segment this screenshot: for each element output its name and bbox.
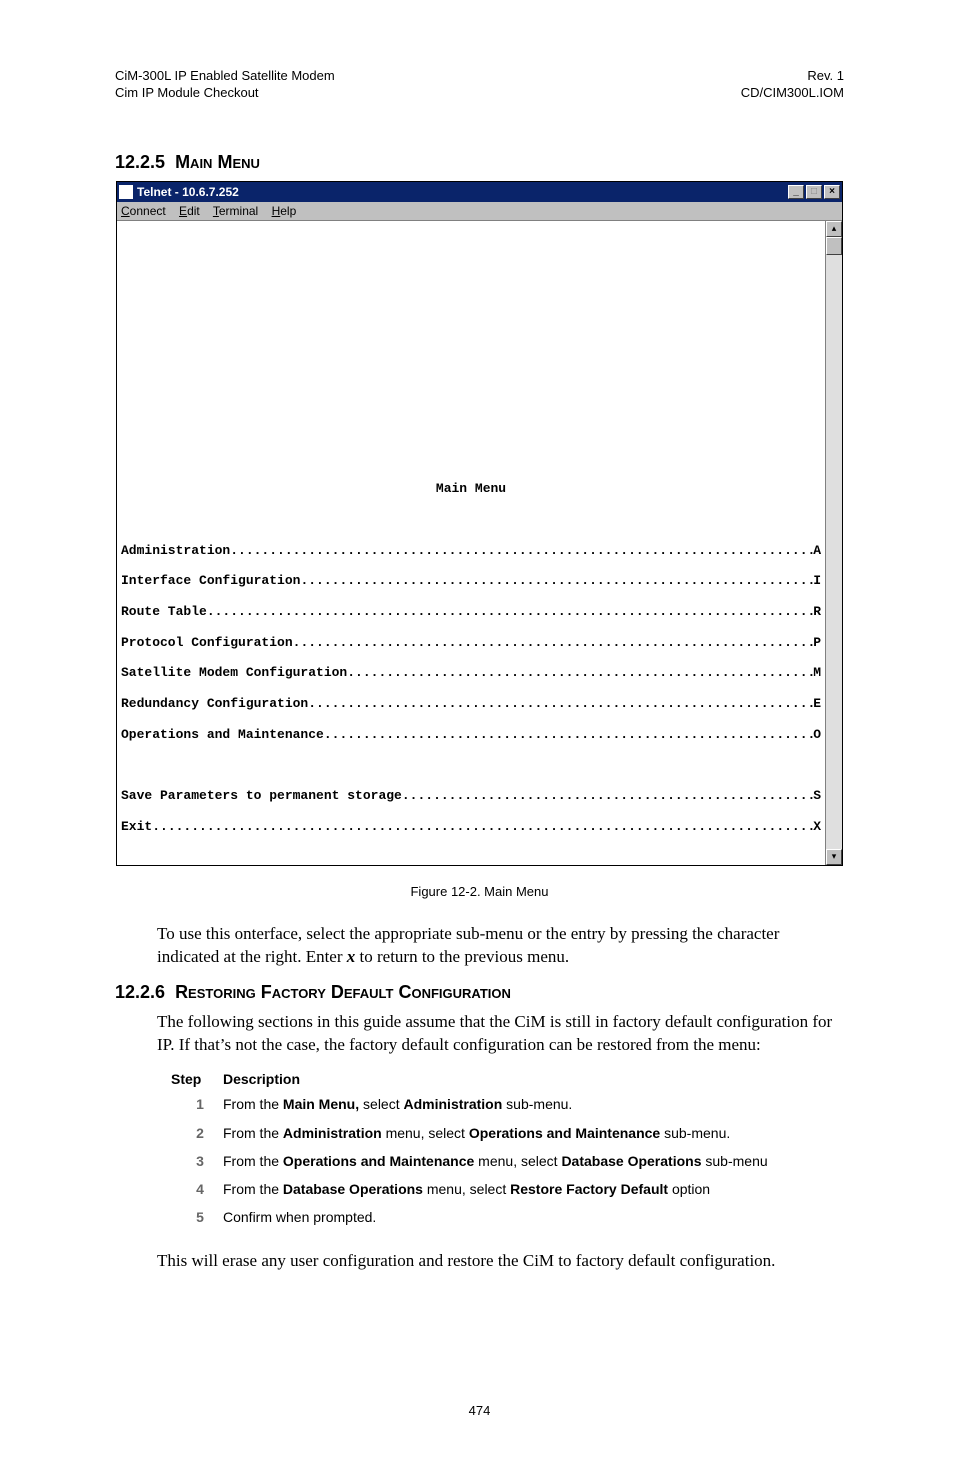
- header-right-1: Rev. 1: [741, 68, 844, 85]
- step-row: 1 From the Main Menu, select Administrat…: [171, 1095, 844, 1113]
- menu-row-satellite-modem: Satellite Modem ConfigurationM: [121, 665, 821, 680]
- menu-terminal[interactable]: Terminal: [213, 204, 258, 218]
- menu-row-route-table: Route TableR: [121, 604, 821, 619]
- col-header-description: Description: [223, 1071, 300, 1087]
- page-number: 474: [115, 1403, 844, 1418]
- header-right-2: CD/CIM300L.IOM: [741, 85, 844, 102]
- scroll-thumb[interactable]: [826, 237, 842, 255]
- step-row: 2 From the Administration menu, select O…: [171, 1124, 844, 1142]
- terminal-menu-title: Main Menu: [121, 481, 821, 496]
- minimize-button[interactable]: _: [788, 185, 804, 199]
- menu-row-administration: AdministrationA: [121, 543, 821, 558]
- menubar: Connect Edit Terminal Help: [117, 202, 842, 221]
- menu-connect[interactable]: Connect: [121, 204, 166, 218]
- para-restoring: The following sections in this guide ass…: [157, 1011, 844, 1057]
- scrollbar[interactable]: ▴ ▾: [825, 221, 842, 865]
- menu-help[interactable]: Help: [272, 204, 297, 218]
- close-button[interactable]: ×: [824, 185, 840, 199]
- menu-edit[interactable]: Edit: [179, 204, 200, 218]
- terminal-content: Main Menu AdministrationA Interface Conf…: [117, 221, 825, 865]
- telnet-window: Telnet - 10.6.7.252 _ □ × Connect Edit T…: [116, 181, 843, 866]
- app-icon: [119, 185, 133, 199]
- page-header: CiM-300L IP Enabled Satellite Modem Cim …: [115, 68, 844, 102]
- header-left-2: Cim IP Module Checkout: [115, 85, 335, 102]
- figure-caption: Figure 12-2. Main Menu: [115, 884, 844, 899]
- window-titlebar: Telnet - 10.6.7.252 _ □ ×: [117, 182, 842, 202]
- window-title: Telnet - 10.6.7.252: [137, 185, 786, 199]
- step-row: 5 Confirm when prompted.: [171, 1208, 844, 1226]
- steps-table: Step Description 1 From the Main Menu, s…: [171, 1071, 844, 1226]
- menu-row-interface-config: Interface ConfigurationI: [121, 573, 821, 588]
- para-erase: This will erase any user configuration a…: [157, 1250, 844, 1273]
- menu-row-redundancy: Redundancy ConfigurationE: [121, 696, 821, 711]
- menu-row-exit: ExitX: [121, 819, 821, 834]
- section-heading-1226: 12.2.6 Restoring Factory Default Configu…: [115, 982, 844, 1003]
- scroll-down-button[interactable]: ▾: [826, 849, 842, 865]
- menu-row-save-params: Save Parameters to permanent storageS: [121, 788, 821, 803]
- col-header-step: Step: [171, 1071, 223, 1087]
- step-row: 4 From the Database Operations menu, sel…: [171, 1180, 844, 1198]
- para-usage: To use this onterface, select the approp…: [157, 923, 844, 969]
- scroll-up-button[interactable]: ▴: [826, 221, 842, 237]
- maximize-button[interactable]: □: [806, 185, 822, 199]
- step-row: 3 From the Operations and Maintenance me…: [171, 1152, 844, 1170]
- section-heading-1225: 12.2.5 Main Menu: [115, 152, 844, 173]
- menu-row-protocol-config: Protocol ConfigurationP: [121, 635, 821, 650]
- header-left-1: CiM-300L IP Enabled Satellite Modem: [115, 68, 335, 85]
- menu-row-operations: Operations and MaintenanceO: [121, 727, 821, 742]
